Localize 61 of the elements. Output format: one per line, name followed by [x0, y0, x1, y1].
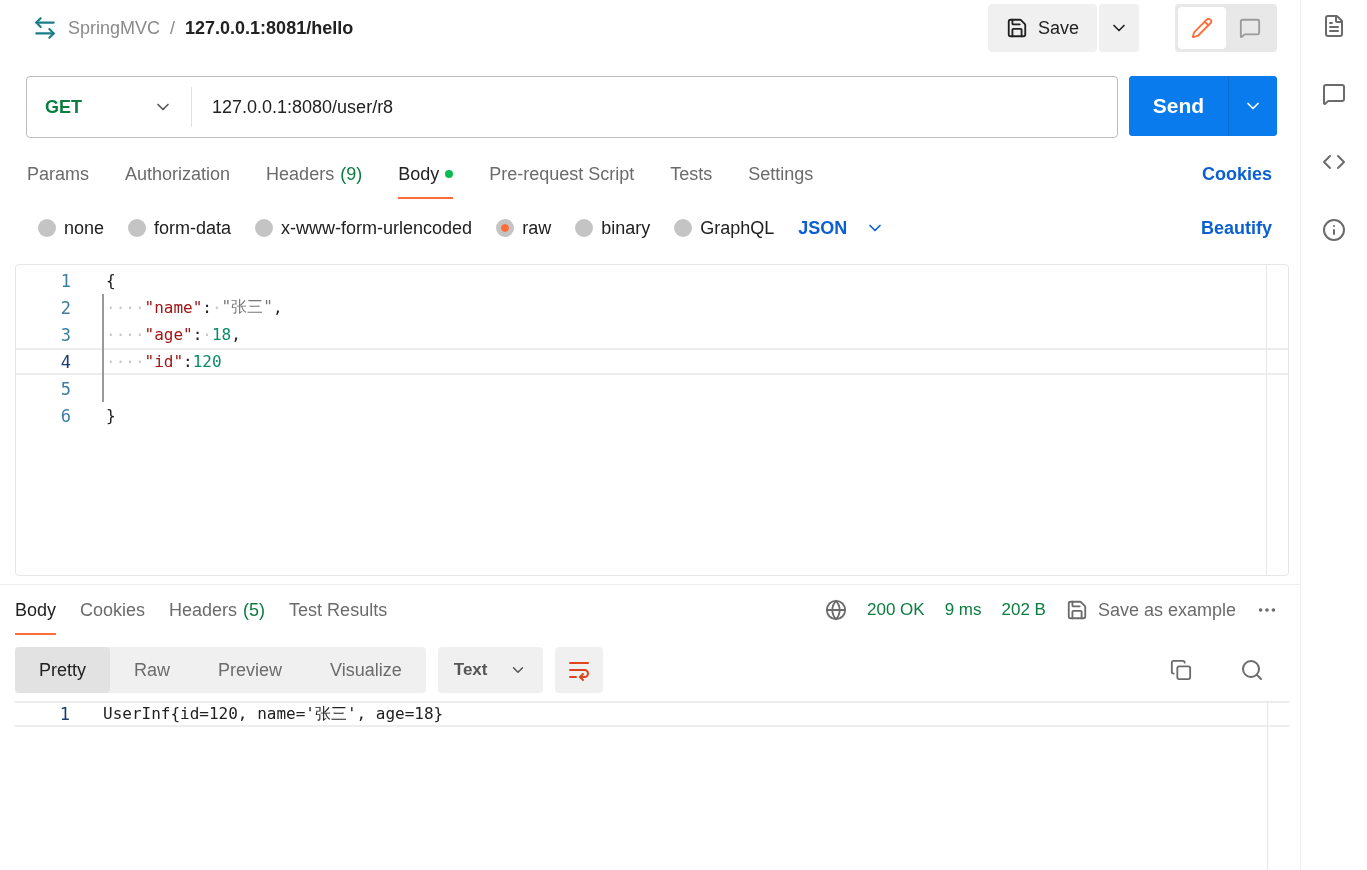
request-tab[interactable]: Body: [398, 149, 454, 199]
method-dropdown[interactable]: GET: [27, 87, 192, 127]
request-tab[interactable]: Params: [27, 149, 89, 199]
body-type-radio[interactable]: form-data: [128, 217, 232, 239]
request-tab[interactable]: Settings: [748, 149, 814, 199]
search-icon[interactable]: [1240, 658, 1264, 682]
transfer-icon: [32, 15, 58, 41]
request-tab[interactable]: Authorization: [125, 149, 231, 199]
info-icon[interactable]: [1322, 218, 1346, 242]
pencil-icon: [1191, 17, 1213, 39]
format-dropdown[interactable]: Text: [437, 647, 544, 693]
body-type-radio[interactable]: raw: [496, 217, 552, 239]
breadcrumb-separator: /: [170, 17, 176, 39]
line-number: 4: [59, 351, 71, 372]
request-tab[interactable]: Headers (9): [266, 149, 363, 199]
body-type-radio[interactable]: x-www-form-urlencoded: [255, 217, 473, 239]
response-tab[interactable]: Body: [15, 585, 57, 635]
beautify-link[interactable]: Beautify: [1201, 217, 1272, 239]
response-tab[interactable]: Cookies: [80, 585, 146, 635]
response-size: 202 B: [1001, 600, 1046, 620]
body-type-radio[interactable]: none: [38, 217, 105, 239]
code-line: {: [105, 270, 116, 292]
code-line: UserInf{id=120, name='张三', age=18}: [102, 702, 444, 725]
comment-icon[interactable]: [1322, 82, 1346, 106]
send-button[interactable]: Send: [1129, 76, 1229, 136]
line-number: 1: [58, 704, 70, 724]
url-field[interactable]: GET 127.0.0.1:8080/user/r8: [26, 76, 1118, 138]
copy-icon[interactable]: [1170, 659, 1192, 681]
save-button[interactable]: Save: [987, 4, 1097, 52]
view-tab[interactable]: Raw: [110, 647, 195, 693]
cookies-link[interactable]: Cookies: [1201, 163, 1272, 185]
save-as-example-button[interactable]: Save as example: [1065, 599, 1236, 621]
body-type-radio[interactable]: binary: [575, 217, 651, 239]
line-number: 1: [59, 270, 71, 291]
wrap-lines-button[interactable]: [555, 647, 604, 693]
body-type-radio[interactable]: GraphQL: [674, 217, 775, 239]
edit-mode-button[interactable]: [1178, 7, 1226, 49]
view-tab[interactable]: Visualize: [306, 647, 426, 693]
line-number: 3: [59, 324, 71, 345]
line-number: 5: [59, 378, 71, 399]
request-name: 127.0.0.1:8081/hello: [185, 17, 354, 39]
request-tab[interactable]: Tests: [670, 149, 713, 199]
request-tab[interactable]: Pre-request Script: [489, 149, 635, 199]
code-line: }: [105, 405, 116, 427]
language-dropdown[interactable]: JSON: [798, 217, 886, 239]
view-tab[interactable]: Pretty: [15, 647, 110, 693]
response-time: 9 ms: [944, 600, 982, 620]
document-icon[interactable]: [1322, 14, 1346, 38]
response-tab[interactable]: Headers (5): [169, 585, 266, 635]
view-tab[interactable]: Preview: [194, 647, 307, 693]
comment-icon: [1239, 17, 1261, 39]
code-editor[interactable]: 1 { 2 ····"name":·"张三", 3 ····"age":·18, 4 ····"id":120 5 6 }: [15, 264, 1289, 576]
code-line: ····"age":·18,: [102, 321, 241, 348]
line-number: 6: [59, 405, 71, 426]
line-number: 2: [59, 297, 71, 318]
globe-icon: [825, 599, 847, 621]
code-line: ····"name":·"张三",: [102, 294, 283, 321]
status-code: 200 OK: [867, 600, 925, 620]
response-tab[interactable]: Test Results: [289, 585, 388, 635]
code-line: ····"id":120: [102, 348, 222, 375]
collection-name[interactable]: SpringMVC: [68, 17, 161, 39]
